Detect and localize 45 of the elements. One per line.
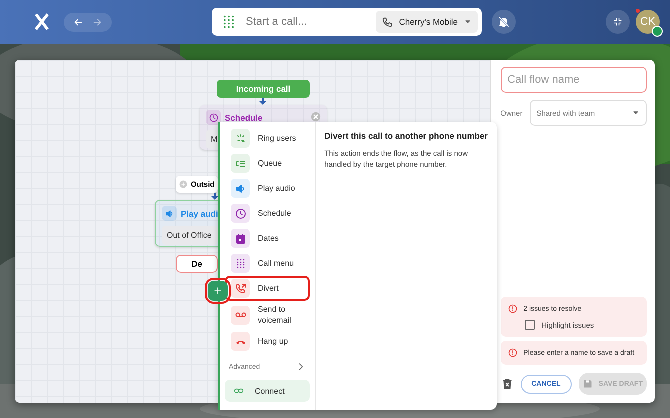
notifications-button[interactable] [492,10,516,34]
call-flow-name-field[interactable]: Call flow name [500,67,647,93]
connect-button[interactable]: Connect [225,380,310,402]
divert-phone-icon [234,282,246,294]
clock-icon [234,208,246,220]
add-circle-icon [179,180,188,189]
phone-icon [382,16,394,28]
line-selector[interactable]: Cherry's Mobile [376,11,478,33]
call-search-field[interactable]: Start a call... Cherry's Mobile [212,8,482,36]
delete-button[interactable] [500,377,514,391]
menu-item[interactable]: Call menu [225,251,310,276]
dialpad-icon [222,15,236,29]
add-step-button[interactable] [208,281,228,301]
right-arrow-icon [92,16,103,28]
caret-icon [464,18,472,26]
node-title: De [192,259,202,269]
warning-icon [508,348,518,358]
muted-bell-icon [498,16,510,28]
empty-node[interactable]: De [176,255,218,273]
menu-item[interactable]: Send to voicemail [225,301,310,330]
menu-item[interactable]: Hang up [225,329,310,354]
connector-arrow [259,98,267,105]
menu-item[interactable]: Dates [225,226,310,251]
calendar-icon [234,232,246,244]
node-title: Schedule [225,112,263,122]
dialpad-icon [234,258,246,270]
caret-icon [632,109,640,117]
node-chip: Out of Office [162,226,218,245]
menu-item[interactable]: Play audio [225,176,310,201]
collapse-icon [613,17,623,27]
logo-icon [32,12,52,32]
menu-item[interactable]: Divert [225,276,310,301]
left-arrow-icon [73,16,84,28]
highlight-checkbox[interactable] [524,320,535,330]
trash-icon [500,377,514,391]
collapse-button[interactable] [606,10,630,34]
node-title: Play audi [181,208,218,218]
plus-icon [213,286,223,296]
detail-title: Divert this call to another phone number [324,131,488,141]
menu-item[interactable]: Queue [225,151,310,176]
menu-item[interactable]: Schedule [225,201,310,226]
node-title: Incoming call [236,84,291,94]
speaker-icon [234,182,246,194]
connector-arrow [211,193,219,200]
warning-icon [508,304,518,314]
